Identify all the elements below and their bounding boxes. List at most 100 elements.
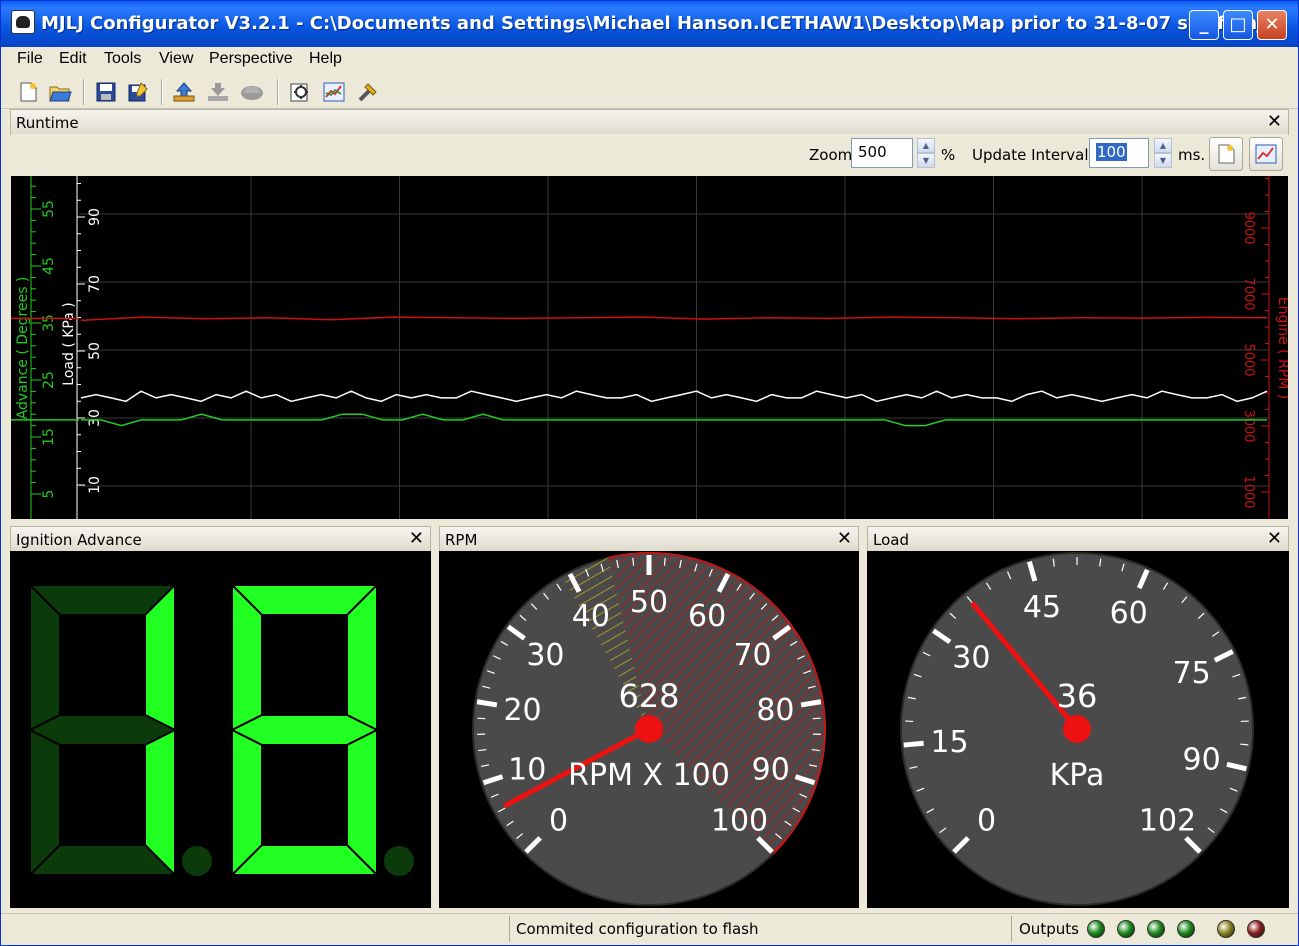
- tick-label: 100: [711, 804, 768, 839]
- configure-icon[interactable]: [287, 79, 313, 105]
- tick-label: 0: [549, 804, 568, 839]
- menu-view[interactable]: View: [159, 50, 193, 68]
- title-bar[interactable]: MJLJ Configurator V3.2.1 - C:\Documents …: [1, 1, 1298, 47]
- load-title: Load: [873, 531, 909, 549]
- runtime-chart[interactable]: 5 15 25 35 45 55 Advance ( Degrees ) 10 30 50 70 90…: [11, 162, 1291, 555]
- advance-series-line: [81, 413, 1267, 427]
- digit-1-decimal-point: [384, 846, 414, 876]
- menu-tools[interactable]: Tools: [104, 50, 141, 68]
- minor-tick: [663, 557, 666, 566]
- advance-tick-label: 25: [41, 371, 57, 389]
- close-button[interactable]: ✕: [1257, 10, 1287, 40]
- zoom-down-icon[interactable]: ▼: [917, 153, 935, 168]
- load-panel-header: Load ✕: [867, 526, 1289, 552]
- major-tick: [476, 699, 498, 708]
- load-axis-label: Load ( KPa ): [61, 302, 77, 385]
- zoom-input[interactable]: 500: [851, 138, 913, 168]
- gauge-hub: [1063, 715, 1091, 743]
- status-message: Commited configuration to flash: [516, 920, 759, 938]
- tick-label: 30: [952, 641, 990, 676]
- rpm-tick-label: 1000: [1241, 475, 1256, 508]
- tick-label: 75: [1172, 656, 1210, 691]
- tick-label: 0: [977, 804, 996, 839]
- output-led-3: [1177, 920, 1195, 938]
- minor-tick: [1240, 743, 1249, 746]
- gauge-hub: [635, 715, 663, 743]
- load-tick-label: 10: [87, 476, 103, 494]
- update-interval-label: Update Interval: [972, 146, 1089, 164]
- menu-edit[interactable]: Edit: [59, 50, 87, 68]
- tick-label: 30: [526, 638, 564, 673]
- ignition-panel-header: Ignition Advance ✕: [10, 526, 431, 552]
- chart-view-button[interactable]: [1249, 137, 1283, 171]
- maximize-button[interactable]: □: [1223, 10, 1253, 40]
- advance-tick-label: 15: [41, 428, 57, 446]
- rpm-title: RPM: [445, 531, 478, 549]
- interval-up-icon[interactable]: ▲: [1154, 138, 1172, 153]
- rpm-gauge-svg: 010 20 3040 50 6070 80 90 100 628 RPM X 100: [472, 552, 826, 906]
- menu-file[interactable]: File: [17, 50, 43, 68]
- zoom-unit: %: [941, 146, 956, 164]
- rpm-close-icon[interactable]: ✕: [837, 528, 852, 549]
- menu-perspective[interactable]: Perspective: [209, 50, 293, 68]
- tick-label: 50: [630, 585, 668, 620]
- rpm-axis-label: Engine ( RPM ): [1275, 297, 1288, 400]
- rpm-tick-label: 9000: [1241, 211, 1256, 244]
- burn-icon[interactable]: [239, 79, 265, 105]
- chart-view-icon: [1255, 144, 1277, 164]
- ignition-title: Ignition Advance: [16, 531, 142, 549]
- interval-spinner[interactable]: ▲ ▼: [1154, 138, 1172, 168]
- new-log-button[interactable]: [1209, 137, 1243, 171]
- tick-label: 90: [752, 753, 790, 788]
- tick-label: 40: [572, 599, 610, 634]
- download-icon[interactable]: [205, 79, 231, 105]
- major-tick: [903, 740, 924, 748]
- tick-label: 60: [1110, 596, 1148, 631]
- chart-icon[interactable]: [321, 79, 347, 105]
- interval-down-icon[interactable]: ▼: [1154, 153, 1172, 168]
- load-tick-label: 70: [87, 275, 103, 293]
- tools-icon[interactable]: [355, 79, 381, 105]
- open-folder-icon[interactable]: [47, 79, 73, 105]
- menu-help[interactable]: Help: [309, 50, 342, 68]
- load-gauge-svg: 0 15 30 45 60 75 90 102 36 KPa: [900, 552, 1254, 906]
- app-icon: [11, 10, 35, 34]
- rpm-tick-label: 7000: [1241, 277, 1256, 310]
- tick-label: 20: [503, 693, 541, 728]
- zoom-spinner[interactable]: ▲ ▼: [917, 138, 935, 168]
- gauge-value: 36: [1057, 677, 1098, 715]
- upload-icon[interactable]: [171, 79, 197, 105]
- update-interval-input[interactable]: 100: [1089, 138, 1149, 168]
- ignition-close-icon[interactable]: ✕: [409, 528, 424, 549]
- output-led-1: [1117, 920, 1135, 938]
- application-window: MJLJ Configurator V3.2.1 - C:\Documents …: [0, 0, 1299, 946]
- rpm-series-line: [80, 316, 1268, 322]
- zoom-label: Zoom: [809, 146, 853, 164]
- runtime-panel-header: Runtime ✕: [10, 109, 1289, 135]
- tick-label: 90: [1183, 742, 1221, 777]
- new-file-icon[interactable]: [15, 79, 41, 105]
- minimize-button[interactable]: _: [1189, 10, 1219, 40]
- save-as-icon[interactable]: [125, 79, 151, 105]
- runtime-close-icon[interactable]: ✕: [1267, 111, 1282, 132]
- save-icon[interactable]: [93, 79, 119, 105]
- zoom-up-icon[interactable]: ▲: [917, 138, 935, 153]
- tick-label: 102: [1139, 804, 1196, 839]
- load-tick-label: 90: [87, 208, 103, 226]
- tick-label: 60: [688, 599, 726, 634]
- advance-tick-label: 45: [41, 257, 57, 275]
- major-tick: [800, 699, 822, 708]
- window-title: MJLJ Configurator V3.2.1 - C:\Documents …: [41, 13, 1284, 34]
- load-series-line: [80, 390, 1268, 403]
- minor-tick: [477, 717, 486, 720]
- load-close-icon[interactable]: ✕: [1267, 528, 1282, 549]
- tick-label: 15: [930, 725, 968, 760]
- rpm-gauge: 0 10 20 30 40 50 60 70 80 90 100 628 RPM X 100: [439, 551, 859, 908]
- runtime-chart-svg: 5 15 25 35 45 55 Advance ( Degrees ) 10 30 50 70 90…: [11, 162, 1291, 555]
- outputs-label: Outputs: [1019, 920, 1079, 938]
- menu-bar: File Edit Tools View Perspective Help: [1, 47, 1298, 73]
- gauge-unit: RPM X 100: [568, 758, 730, 793]
- tick-label: 70: [733, 638, 771, 673]
- output-led-0: [1087, 920, 1105, 938]
- runtime-controls: Zoom 500 ▲ ▼ % Update Interval 100 ▲ ▼ ms.: [11, 134, 1288, 176]
